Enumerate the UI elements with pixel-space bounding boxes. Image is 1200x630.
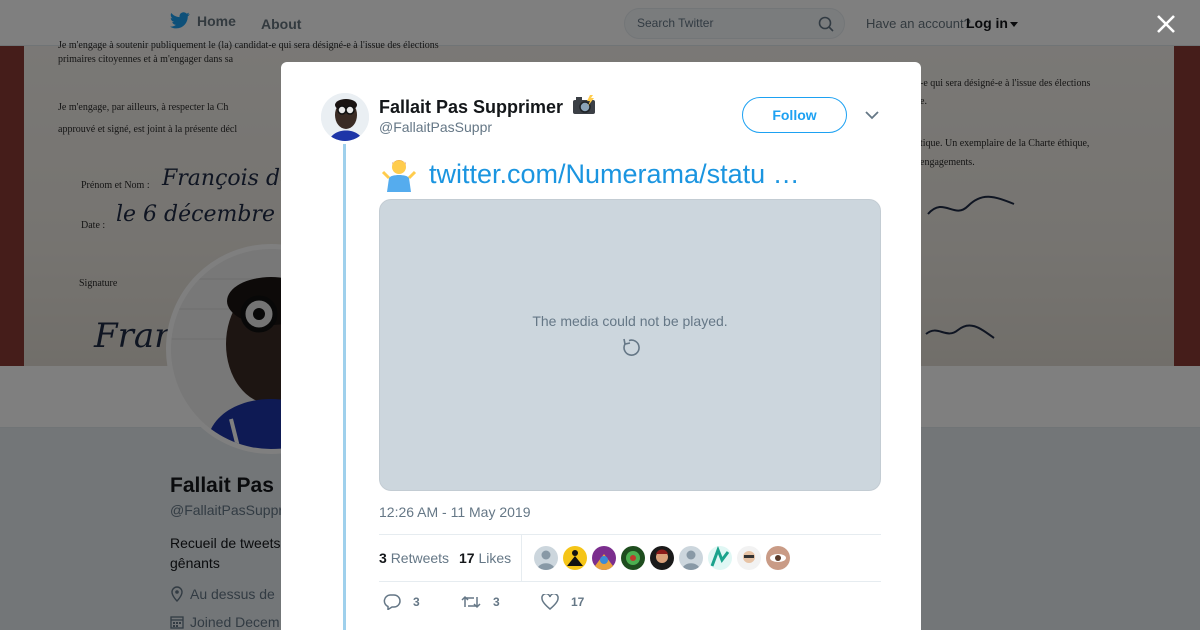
author-name[interactable]: Fallait Pas Supprimer [379, 95, 596, 118]
liker-avatar[interactable] [621, 546, 645, 570]
retweets-stat[interactable]: 3 Retweets [379, 550, 449, 566]
close-icon[interactable] [1155, 13, 1177, 35]
retweet-icon [461, 595, 481, 609]
heart-icon [541, 594, 559, 610]
liker-avatar[interactable] [737, 546, 761, 570]
liker-avatar[interactable] [766, 546, 790, 570]
tweet-link[interactable]: twitter.com/Numerama/statu … [429, 159, 800, 190]
follow-button[interactable]: Follow [742, 97, 847, 133]
likes-count: 17 [459, 550, 475, 566]
reply-count: 3 [413, 595, 420, 609]
liker-avatar[interactable] [708, 546, 732, 570]
retweet-count: 3 [493, 595, 500, 609]
likes-stat[interactable]: 17 Likes [459, 550, 511, 566]
reload-icon[interactable] [620, 337, 642, 359]
chevron-down-icon[interactable] [865, 110, 879, 120]
tweet-stats: 3 Retweets 17 Likes [379, 534, 881, 582]
liker-avatar[interactable] [534, 546, 558, 570]
tweet-timestamp[interactable]: 12:26 AM - 11 May 2019 [379, 504, 531, 520]
tweet-modal: Fallait Pas Supprimer @FallaitPasSuppr F… [281, 62, 921, 630]
like-count: 17 [571, 595, 585, 609]
liker-avatar[interactable] [650, 546, 674, 570]
liker-avatar[interactable] [679, 546, 703, 570]
liker-avatars [534, 546, 790, 570]
retweets-count: 3 [379, 550, 387, 566]
reply-action[interactable]: 3 [383, 594, 420, 610]
media-error-message: The media could not be played. [532, 313, 728, 329]
liker-avatar[interactable] [592, 546, 616, 570]
author-handle[interactable]: @FallaitPasSuppr [379, 119, 492, 135]
like-action[interactable]: 17 [541, 594, 584, 610]
retweet-action[interactable]: 3 [461, 594, 500, 610]
thread-line [343, 144, 346, 630]
author-avatar-image [321, 93, 369, 141]
stats-divider [521, 535, 522, 582]
likes-label: Likes [478, 550, 512, 566]
author-name-text: Fallait Pas Supprimer [379, 97, 564, 117]
reply-icon [383, 594, 401, 610]
tweet-actions: 3 3 17 [379, 594, 881, 616]
author-avatar[interactable] [321, 93, 369, 141]
camera-with-flash-emoji-icon [573, 95, 596, 114]
tweet-text: twitter.com/Numerama/statu … [381, 156, 800, 192]
media-player[interactable]: The media could not be played. [379, 199, 881, 491]
retweets-label: Retweets [390, 550, 450, 566]
person-shrugging-emoji-icon [381, 160, 417, 192]
liker-avatar[interactable] [563, 546, 587, 570]
